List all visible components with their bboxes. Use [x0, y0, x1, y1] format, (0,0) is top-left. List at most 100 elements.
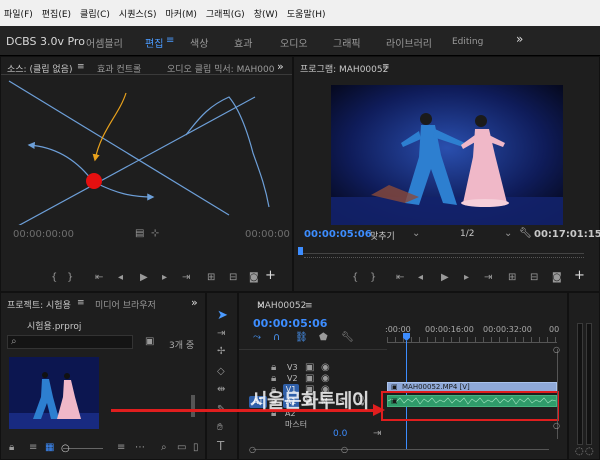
- menu-graphic[interactable]: 그래픽(G): [206, 7, 245, 20]
- add-marker-icon[interactable]: ⬟: [319, 333, 328, 343]
- source-add-icon[interactable]: ⊹: [151, 229, 159, 239]
- timeline-timecode[interactable]: 00:00:05:06: [253, 317, 327, 330]
- v2-sync-icon[interactable]: ▣: [305, 374, 314, 384]
- tab-assembly[interactable]: 어셈블리: [86, 35, 123, 50]
- tab-libraries[interactable]: 라이브러리: [386, 35, 432, 50]
- find-icon[interactable]: ⌕: [161, 443, 167, 453]
- slip-tool-icon[interactable]: ⇹: [217, 385, 225, 395]
- lock-icon[interactable]: 🔒︎: [9, 443, 14, 453]
- type-tool-icon[interactable]: T: [217, 440, 224, 452]
- fit-dropdown[interactable]: 맞추기: [370, 229, 395, 242]
- vscroll-top-handle[interactable]: ○: [553, 345, 560, 355]
- bin-icon[interactable]: ▭: [177, 443, 186, 453]
- overwrite-icon[interactable]: ⊟: [229, 273, 237, 283]
- step-back-icon[interactable]: ◂: [118, 273, 123, 283]
- program-scrubber[interactable]: [300, 253, 584, 254]
- hscroll-right-handle[interactable]: ○: [341, 445, 348, 455]
- project-search-input[interactable]: [7, 335, 133, 349]
- resolution-chevron-down-icon[interactable]: ⌄: [504, 229, 512, 239]
- selection-tool-icon[interactable]: ➤: [217, 309, 228, 322]
- play-icon[interactable]: ▶: [140, 273, 148, 283]
- program-step-forward-icon[interactable]: ▸: [464, 273, 469, 283]
- program-mark-out-icon[interactable]: }: [370, 273, 376, 283]
- v2-lock-icon[interactable]: 🔒︎: [271, 374, 276, 384]
- program-mark-in-icon[interactable]: {: [352, 273, 358, 283]
- program-export-frame-icon[interactable]: ◙: [552, 273, 562, 283]
- delete-icon[interactable]: ▯: [193, 443, 199, 453]
- icon-view-icon[interactable]: ▦: [45, 443, 54, 453]
- workspace-more-icon[interactable]: »: [516, 32, 523, 46]
- program-go-to-in-icon[interactable]: ⇤: [396, 273, 404, 283]
- go-to-in-icon[interactable]: ⇤: [95, 273, 103, 283]
- menu-marker[interactable]: 마커(M): [166, 7, 197, 20]
- menu-clip[interactable]: 클립(C): [80, 7, 110, 20]
- menu-window[interactable]: 창(W): [254, 7, 278, 20]
- track-select-tool-icon[interactable]: ⇥: [217, 329, 225, 339]
- project-more-icon[interactable]: »: [191, 296, 198, 309]
- master-volume[interactable]: 0.0: [333, 429, 347, 439]
- resolution-dropdown[interactable]: 1/2: [460, 229, 474, 239]
- hscroll-left-handle[interactable]: ○: [249, 445, 256, 455]
- tab-effects[interactable]: 효과: [234, 35, 252, 50]
- program-play-icon[interactable]: ▶: [441, 273, 449, 283]
- step-forward-icon[interactable]: ▸: [162, 273, 167, 283]
- new-bin-icon[interactable]: ▣: [145, 337, 154, 347]
- fit-chevron-down-icon[interactable]: ⌄: [412, 229, 420, 239]
- source-settings-icon[interactable]: ▤: [135, 229, 144, 239]
- tab-editing-workspace[interactable]: Editing: [452, 37, 483, 47]
- tab-audio[interactable]: 오디오: [280, 35, 308, 50]
- timeline-settings-icon[interactable]: 🔧︎: [341, 333, 354, 343]
- v3-eye-icon[interactable]: ◉: [321, 363, 330, 373]
- program-playhead[interactable]: [298, 247, 303, 255]
- list-view-icon[interactable]: ≡: [29, 443, 37, 453]
- program-go-to-out-icon[interactable]: ⇥: [484, 273, 492, 283]
- tab-editing[interactable]: 편집: [145, 35, 163, 50]
- timeline-menu-icon[interactable]: ≡: [305, 301, 313, 311]
- program-timecode[interactable]: 00:00:05:06: [304, 229, 372, 240]
- timeline-ruler[interactable]: [387, 337, 557, 343]
- master-go-to-end-icon[interactable]: ⇥: [373, 429, 381, 439]
- timeline-horizontal-scrollbar[interactable]: [253, 449, 549, 450]
- extract-icon[interactable]: ⊟: [530, 273, 538, 283]
- razor-tool-icon[interactable]: ◇: [217, 367, 225, 377]
- program-menu-icon[interactable]: ≡: [382, 62, 390, 72]
- project-tab[interactable]: 프로젝트: 시험용: [7, 298, 71, 311]
- export-frame-icon[interactable]: ◙: [249, 273, 259, 283]
- automate-icon[interactable]: ⋯: [135, 443, 145, 453]
- source-add-button-icon[interactable]: +: [265, 269, 276, 282]
- insert-icon[interactable]: ⊞: [207, 273, 215, 283]
- v2-eye-icon[interactable]: ◉: [321, 374, 330, 384]
- wrench-icon[interactable]: 🔧︎: [519, 229, 532, 239]
- tab-menu-icon[interactable]: ≡: [166, 35, 174, 46]
- lift-icon[interactable]: ⊞: [508, 273, 516, 283]
- meter-solo-right-icon[interactable]: ◌: [585, 447, 594, 457]
- mark-out-icon[interactable]: }: [67, 273, 73, 283]
- v3-lock-icon[interactable]: 🔒︎: [271, 363, 276, 373]
- menu-file[interactable]: 파일(F): [4, 7, 33, 20]
- media-browser-tab[interactable]: 미디어 브라우저: [95, 298, 156, 311]
- source-more-icon[interactable]: »: [277, 60, 284, 73]
- program-step-back-icon[interactable]: ◂: [418, 273, 423, 283]
- linked-selection-icon[interactable]: ⛓︎: [295, 333, 308, 343]
- mark-in-icon[interactable]: {: [51, 273, 57, 283]
- project-menu-icon[interactable]: ≡: [77, 298, 85, 308]
- menu-sequence[interactable]: 시퀀스(S): [119, 7, 157, 20]
- ripple-edit-tool-icon[interactable]: ✢: [217, 347, 225, 357]
- sort-icon[interactable]: ≡: [117, 443, 125, 453]
- meter-solo-left-icon[interactable]: ◌: [575, 447, 584, 457]
- tab-graphics[interactable]: 그래픽: [333, 35, 361, 50]
- zoom-slider-handle[interactable]: ○: [61, 444, 70, 454]
- vscroll-bottom-handle[interactable]: ○: [553, 421, 560, 431]
- project-clip-thumbnail[interactable]: [9, 357, 99, 429]
- menu-help[interactable]: 도움말(H): [287, 7, 326, 20]
- menu-edit[interactable]: 편집(E): [42, 7, 71, 20]
- nest-icon[interactable]: ⤳: [253, 333, 261, 343]
- source-tab-menu-icon[interactable]: ≡: [77, 62, 85, 72]
- hand-tool-icon[interactable]: ✋︎: [217, 423, 223, 433]
- program-add-button-icon[interactable]: +: [574, 269, 585, 282]
- snap-icon[interactable]: ∩: [273, 333, 280, 343]
- project-scrollbar[interactable]: [191, 395, 195, 417]
- v3-sync-icon[interactable]: ▣: [305, 363, 314, 373]
- timeline-sequence-tab[interactable]: MAH00052: [257, 301, 306, 311]
- tab-color[interactable]: 색상: [190, 35, 208, 50]
